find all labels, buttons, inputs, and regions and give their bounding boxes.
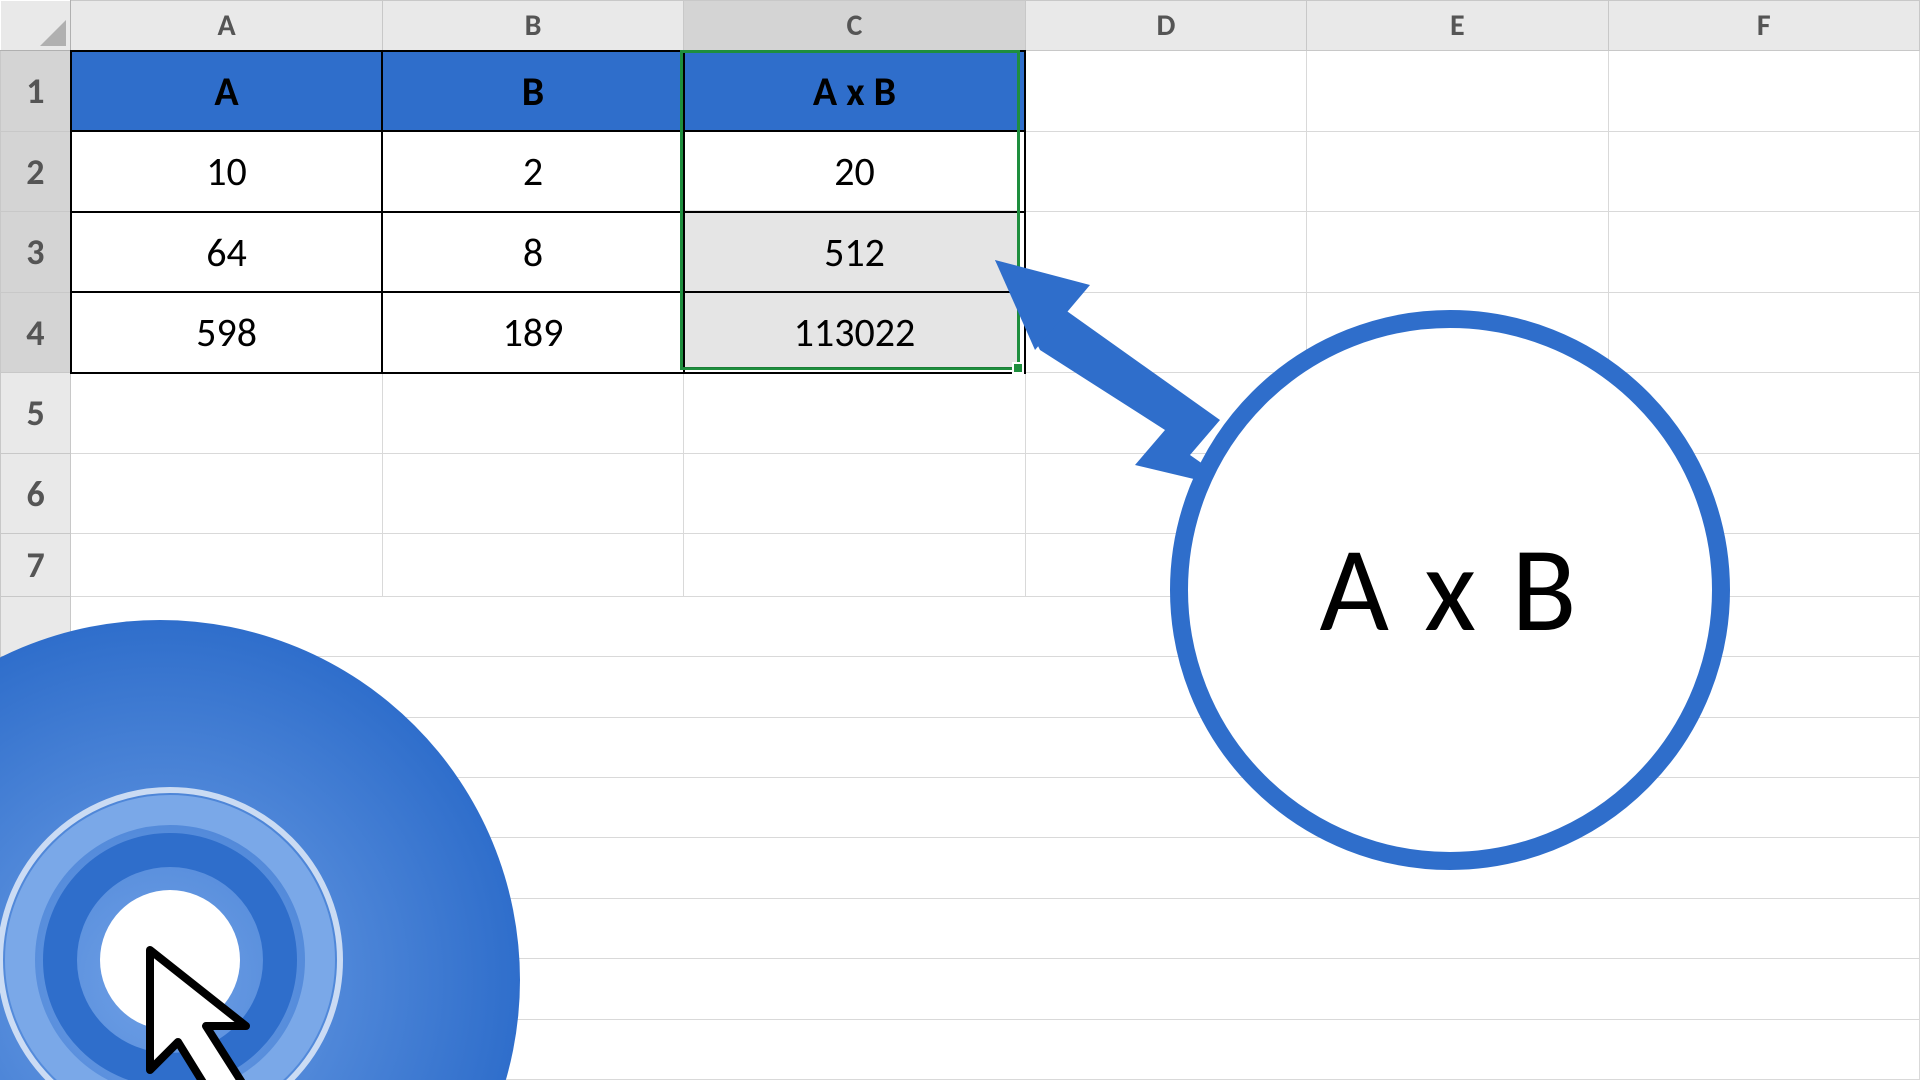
row-header-5[interactable]: 5 [1,373,71,454]
cell-A2[interactable]: 10 [71,131,382,212]
column-header-A[interactable]: A [71,1,382,51]
cell-A3[interactable]: 64 [71,212,382,293]
cell-B4[interactable]: 189 [382,292,683,373]
cell-B6[interactable] [382,453,683,534]
row-2: 2 10 2 20 [1,131,1920,212]
cell-B7[interactable] [382,534,683,596]
row-3: 3 64 8 512 [1,212,1920,293]
column-header-C[interactable]: C [684,1,1026,51]
cell-F2[interactable] [1608,131,1920,212]
cell-B5[interactable] [382,373,683,454]
cell-C1[interactable]: A x B [684,51,1026,132]
callout-text: A x B [1320,517,1581,663]
cell-C3[interactable]: 512 [684,212,1026,293]
row-header-7[interactable]: 7 [1,534,71,596]
callout-bubble: A x B [1170,310,1730,870]
cell-F4[interactable] [1608,292,1920,373]
cell-C7[interactable] [684,534,1026,596]
column-header-row: A B C D E F [1,1,1920,51]
cell-B2[interactable]: 2 [382,131,683,212]
cell-A5[interactable] [71,373,382,454]
cell-A1[interactable]: A [71,51,382,132]
row-header-1[interactable]: 1 [1,51,71,132]
brand-logo-icon [0,620,520,1080]
cell-E2[interactable] [1307,131,1608,212]
cell-B1[interactable]: B [382,51,683,132]
column-header-B[interactable]: B [382,1,683,51]
cell-D2[interactable] [1025,131,1306,212]
cell-E1[interactable] [1307,51,1608,132]
cell-C6[interactable] [684,453,1026,534]
select-all-triangle-icon [40,20,66,46]
cell-B3[interactable]: 8 [382,212,683,293]
cell-D1[interactable] [1025,51,1306,132]
row-header-3[interactable]: 3 [1,212,71,293]
select-all-corner[interactable] [1,1,71,51]
cell-F1[interactable] [1608,51,1920,132]
column-header-E[interactable]: E [1307,1,1608,51]
cell-C4[interactable]: 113022 [684,292,1026,373]
cell-C2[interactable]: 20 [684,131,1026,212]
cell-E3[interactable] [1307,212,1608,293]
cell-C5[interactable] [684,373,1026,454]
cell-A6[interactable] [71,453,382,534]
row-header-4[interactable]: 4 [1,292,71,373]
row-header-6[interactable]: 6 [1,453,71,534]
cell-A7[interactable] [71,534,382,596]
column-header-F[interactable]: F [1608,1,1920,51]
cell-A4[interactable]: 598 [71,292,382,373]
row-4: 4 598 189 113022 [1,292,1920,373]
row-header-2[interactable]: 2 [1,131,71,212]
column-header-D[interactable]: D [1025,1,1306,51]
spreadsheet-viewport: A B C D E F 1 A B A x B 2 10 2 20 3 6 [0,0,1920,1080]
row-1: 1 A B A x B [1,51,1920,132]
cell-F3[interactable] [1608,212,1920,293]
